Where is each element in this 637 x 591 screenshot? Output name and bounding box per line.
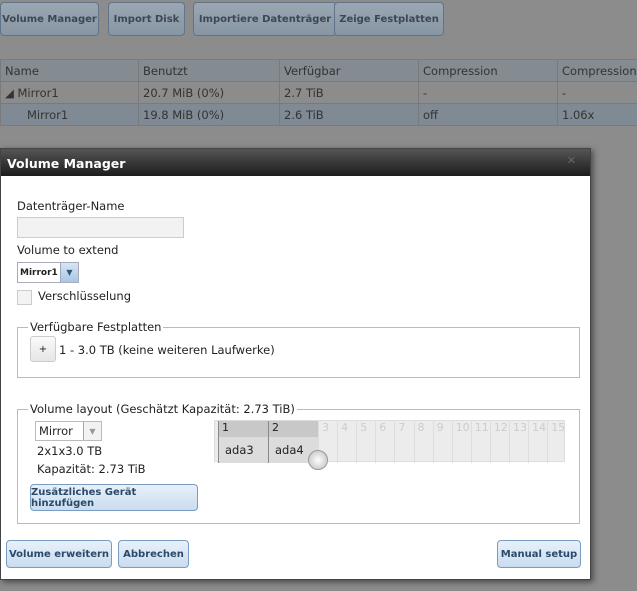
cell: off [418, 103, 558, 126]
cell: - [557, 81, 637, 104]
grid-column[interactable]: 14 [528, 421, 547, 463]
available-disks-legend: Verfügbare Festplatten [30, 320, 162, 334]
column-number: 2 [269, 421, 318, 437]
chevron-down-icon: ▼ [83, 422, 101, 440]
grid-column[interactable]: 12 [489, 421, 509, 463]
column-number: 6 [379, 421, 387, 434]
encryption-label: Verschlüsselung [38, 289, 131, 303]
grid-column[interactable]: 5 [356, 421, 375, 463]
extend-volume-button[interactable]: Volume erweitern [6, 540, 112, 568]
col-header[interactable]: Benutzt [138, 59, 280, 82]
extend-select[interactable]: Mirror1 ▼ [17, 262, 79, 283]
dialog-title: Volume Manager [1, 149, 590, 176]
import-disk-button[interactable]: Import Disk [108, 2, 185, 36]
grid-column[interactable]: 4 [337, 421, 356, 463]
grid-column[interactable]: 1 ada3 [218, 421, 268, 463]
cell: - [418, 81, 558, 104]
cell: 19.8 MiB (0%) [138, 103, 280, 126]
column-number: 9 [436, 421, 444, 434]
column-number: 10 [455, 421, 470, 434]
grid-column[interactable]: 15 [547, 421, 566, 463]
grid-column[interactable]: 8 [413, 421, 433, 463]
column-number: 11 [474, 421, 489, 434]
add-device-button[interactable]: Zusätzliches Gerät hinzufügen [30, 484, 198, 511]
column-number: 14 [532, 421, 547, 434]
resize-handle[interactable] [308, 450, 328, 470]
extend-label: Volume to extend [17, 243, 119, 257]
column-number: 12 [493, 421, 508, 434]
name-input[interactable] [17, 217, 184, 238]
capacity-text: Kapazität: 2.73 TiB [37, 462, 146, 476]
encryption-checkbox[interactable] [17, 290, 32, 305]
grid-column[interactable]: 13 [509, 421, 528, 463]
disks-text: 1 - 3.0 TB (keine weiteren Laufwerke) [59, 343, 275, 357]
extend-value: Mirror1 [20, 267, 58, 278]
col-header[interactable]: Name [0, 59, 139, 82]
column-number: 8 [417, 421, 425, 434]
disk-layout-grid[interactable]: 1 ada3 2 ada4 3 4 5 6 7 8 9 10 11 12 13 14 15 [214, 420, 566, 463]
cancel-button[interactable]: Abbrechen [118, 540, 189, 568]
table-row[interactable]: ◢ Mirror1 20.7 MiB (0%) 2.7 TiB - - [0, 81, 637, 104]
col-header[interactable]: Compression [557, 59, 637, 82]
volume-layout-legend: Volume layout (Geschätzt Kapazität: 2.73… [30, 402, 295, 416]
cell: ◢ Mirror1 [0, 81, 139, 104]
manual-setup-button[interactable]: Manual setup [497, 540, 581, 568]
layout-value: Mirror [39, 424, 73, 438]
disk-name: ada3 [225, 443, 254, 457]
column-number: 4 [341, 421, 349, 434]
grid-column[interactable]: 6 [375, 421, 394, 463]
volume-manager-button[interactable]: Volume Manager [0, 2, 99, 36]
chevron-down-icon: ▼ [60, 263, 78, 282]
col-header[interactable]: Verfügbar [279, 59, 419, 82]
show-disks-button[interactable]: Zeige Festplatten [334, 2, 444, 36]
import-volume-button[interactable]: Importiere Datenträger [193, 2, 337, 36]
column-number: 3 [322, 421, 329, 434]
column-number: 1 [219, 421, 268, 437]
col-header[interactable]: Compression [418, 59, 558, 82]
column-number: 15 [551, 421, 566, 434]
table-row[interactable]: Mirror1 19.8 MiB (0%) 2.6 TiB off 1.06x [0, 103, 637, 126]
close-icon[interactable]: ✕ [567, 154, 576, 167]
grid-column[interactable]: 7 [394, 421, 413, 463]
grid-column[interactable]: 11 [470, 421, 490, 463]
column-number: 13 [513, 421, 527, 434]
column-number: 5 [360, 421, 368, 434]
cell: Mirror1 [0, 103, 139, 126]
volumes-table: Name Benutzt Verfügbar Compression Compressi… [0, 59, 637, 126]
layout-desc: 2x1x3.0 TB [37, 444, 103, 458]
cell: 2.7 TiB [279, 81, 419, 104]
cell: 2.6 TiB [279, 103, 419, 126]
column-number: 7 [398, 421, 406, 434]
add-disk-button[interactable]: + [30, 336, 56, 362]
layout-select[interactable]: Mirror ▼ [35, 421, 102, 441]
cell: 20.7 MiB (0%) [138, 81, 280, 104]
grid-column[interactable]: 9 [432, 421, 452, 463]
name-label: Datenträger-Name [17, 199, 125, 213]
grid-column[interactable]: 10 [451, 421, 471, 463]
cell: 1.06x [557, 103, 637, 126]
